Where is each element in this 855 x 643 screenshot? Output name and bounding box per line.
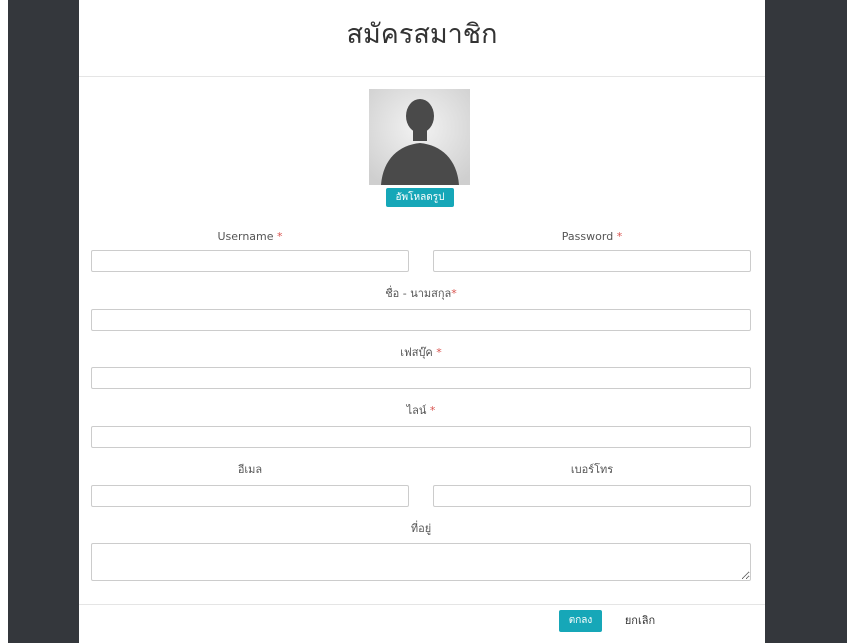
- address-textarea[interactable]: [91, 543, 751, 581]
- avatar-placeholder: [369, 89, 470, 185]
- phone-label: เบอร์โทร: [570, 463, 614, 476]
- modal-header: สมัครสมาชิก: [79, 11, 765, 77]
- person-silhouette-icon: [369, 89, 470, 185]
- fullname-input[interactable]: [91, 309, 751, 331]
- facebook-input[interactable]: [91, 367, 751, 389]
- username-input[interactable]: [91, 250, 409, 272]
- modal-backdrop-right: [765, 0, 847, 643]
- email-input[interactable]: [91, 485, 409, 507]
- username-label: Username *: [217, 230, 283, 243]
- fullname-label: ชื่อ - นามสกุล*: [385, 287, 457, 300]
- line-label: ไลน์ *: [406, 404, 436, 417]
- password-input[interactable]: [433, 250, 751, 272]
- registration-modal: สมัครสมาชิก อัพโหลดรูป Username * Passwo…: [79, 11, 765, 643]
- address-label: ที่อยู่: [410, 522, 432, 535]
- cancel-button[interactable]: ยกเลิก: [620, 610, 660, 632]
- phone-input[interactable]: [433, 485, 751, 507]
- line-input[interactable]: [91, 426, 751, 448]
- facebook-label: เฟสบุ๊ค *: [400, 346, 442, 359]
- email-label: อีเมล: [237, 463, 263, 476]
- modal-footer-divider: [79, 604, 765, 605]
- modal-backdrop-left: [8, 0, 79, 643]
- password-label: Password *: [561, 230, 623, 243]
- modal-title: สมัครสมาชิก: [346, 19, 498, 50]
- upload-photo-button[interactable]: อัพโหลดรูป: [386, 188, 454, 207]
- ok-button[interactable]: ตกลง: [559, 610, 602, 632]
